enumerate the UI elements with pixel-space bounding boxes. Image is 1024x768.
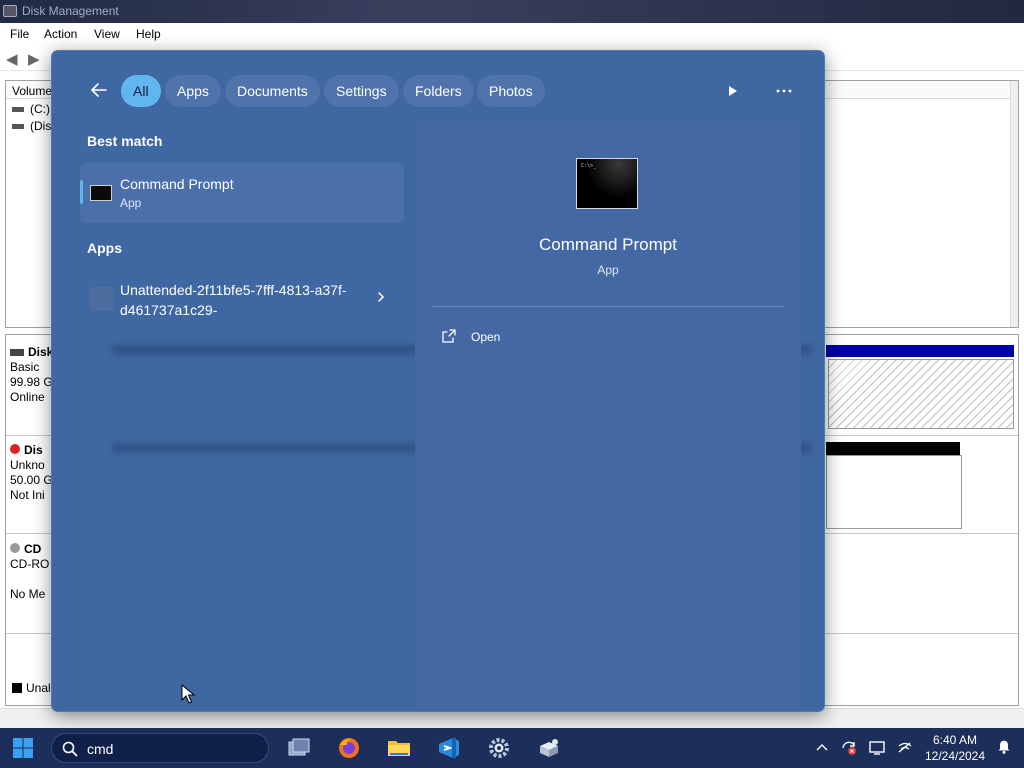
package-installer-icon[interactable] bbox=[536, 736, 562, 760]
volume-row[interactable]: (C:) bbox=[12, 102, 50, 116]
firefox-icon[interactable] bbox=[336, 736, 362, 760]
command-prompt-large-icon: C:\>_ bbox=[576, 158, 638, 209]
disk-management-titlebar: Disk Management bbox=[0, 0, 1024, 23]
best-match-heading: Best match bbox=[87, 133, 163, 149]
command-prompt-icon bbox=[90, 185, 112, 201]
unallocated-block[interactable] bbox=[826, 455, 962, 529]
disk-management-app-icon bbox=[3, 5, 17, 17]
network-icon[interactable] bbox=[896, 740, 914, 756]
settings-icon[interactable] bbox=[486, 736, 512, 760]
display-icon[interactable] bbox=[868, 740, 886, 756]
more-options-icon[interactable] bbox=[773, 81, 795, 101]
vertical-scrollbar[interactable] bbox=[1010, 81, 1018, 327]
disk-icon bbox=[10, 349, 24, 356]
left-pane-fade bbox=[52, 341, 415, 711]
volume-column-header[interactable]: Volume bbox=[12, 84, 52, 98]
legend-unallocated-swatch bbox=[12, 683, 22, 693]
filter-tab-all[interactable]: All bbox=[121, 75, 161, 107]
notification-bell-icon[interactable] bbox=[995, 739, 1013, 755]
taskbar: cmd 6:40 AM 12/24/2024 bbox=[0, 728, 1024, 768]
menu-action[interactable]: Action bbox=[44, 27, 77, 41]
disk-1-label[interactable]: Dis Unkno 50.00 G Not Ini bbox=[10, 443, 53, 503]
result-preview-pane: C:\>_ Command Prompt App Open bbox=[415, 121, 801, 711]
menu-bar: File Action View Help bbox=[0, 23, 1024, 45]
volume-name: (C:) bbox=[30, 102, 50, 116]
search-flyout: All Apps Documents Settings Folders Phot… bbox=[51, 50, 825, 712]
clock-date: 12/24/2024 bbox=[924, 749, 986, 763]
open-external-icon bbox=[442, 329, 456, 343]
disk-0-label[interactable]: Disk Basic 99.98 G Online bbox=[10, 345, 53, 405]
back-arrow-icon[interactable] bbox=[88, 79, 110, 101]
filter-tab-folders[interactable]: Folders bbox=[403, 75, 474, 107]
partition-block[interactable] bbox=[828, 359, 1014, 429]
drive-icon bbox=[12, 124, 24, 130]
filter-tab-documents[interactable]: Documents bbox=[225, 75, 320, 107]
system-clock[interactable]: 6:40 AM 12/24/2024 bbox=[918, 732, 992, 764]
task-view-icon[interactable] bbox=[286, 736, 312, 760]
search-query-text: cmd bbox=[87, 741, 114, 757]
filter-tab-settings[interactable]: Settings bbox=[324, 75, 399, 107]
legend-unallocated-label: Unal bbox=[26, 681, 51, 695]
filter-tab-apps[interactable]: Apps bbox=[165, 75, 221, 107]
best-match-type: App bbox=[120, 196, 142, 210]
preview-app-name: Command Prompt bbox=[539, 235, 677, 254]
best-match-item[interactable]: Command Prompt App bbox=[80, 163, 404, 223]
disk-error-icon bbox=[10, 444, 20, 454]
app-generic-icon bbox=[90, 287, 114, 311]
window-title: Disk Management bbox=[22, 4, 119, 18]
app-result-name: Unattended-2f11bfe5-7fff-4813-a37f-d4617… bbox=[120, 282, 347, 318]
back-arrow-icon[interactable]: ◀ bbox=[6, 50, 18, 68]
selection-accent bbox=[80, 180, 83, 204]
mouse-cursor-icon bbox=[181, 684, 195, 704]
chevron-right-icon[interactable] bbox=[375, 290, 387, 304]
preview-app-type: App bbox=[597, 263, 619, 277]
apps-heading: Apps bbox=[87, 240, 122, 256]
drive-icon bbox=[12, 107, 24, 113]
best-match-name: Command Prompt bbox=[120, 176, 234, 192]
clock-time: 6:40 AM bbox=[932, 733, 978, 747]
cdrom-icon bbox=[10, 543, 20, 553]
play-icon[interactable] bbox=[722, 81, 742, 101]
open-action-label: Open bbox=[471, 330, 501, 344]
sync-error-icon[interactable] bbox=[840, 740, 858, 756]
start-button-windows-icon[interactable] bbox=[12, 737, 34, 759]
menu-file[interactable]: File bbox=[10, 27, 29, 41]
preview-divider bbox=[432, 306, 784, 307]
vscode-icon[interactable] bbox=[436, 736, 462, 760]
taskbar-search-input[interactable]: cmd bbox=[51, 733, 269, 763]
file-explorer-icon[interactable] bbox=[386, 736, 412, 760]
menu-view[interactable]: View bbox=[94, 27, 120, 41]
forward-arrow-icon[interactable]: ▶ bbox=[28, 50, 40, 68]
cdrom-label[interactable]: CD CD-RO No Me bbox=[10, 542, 49, 602]
filter-tab-photos[interactable]: Photos bbox=[477, 75, 545, 107]
open-action-button[interactable]: Open bbox=[439, 327, 559, 349]
partition-header-bar bbox=[826, 345, 1014, 357]
search-icon bbox=[62, 741, 78, 757]
app-result-item[interactable]: Unattended-2f11bfe5-7fff-4813-a37f-d4617… bbox=[80, 273, 404, 325]
chevron-up-icon[interactable] bbox=[813, 740, 831, 756]
menu-help[interactable]: Help bbox=[136, 27, 161, 41]
unallocated-header-bar bbox=[826, 442, 960, 455]
